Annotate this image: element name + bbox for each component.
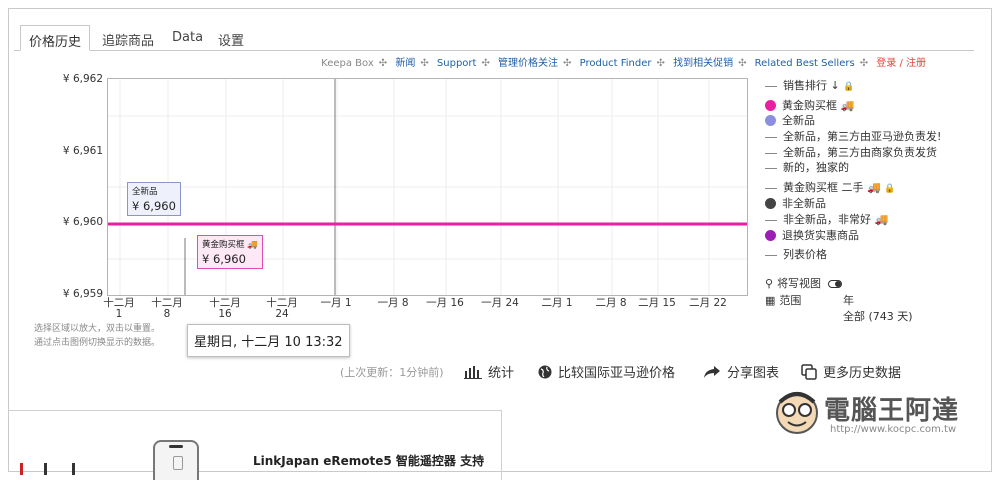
hover-date-flag: 星期日, 十二月 10 13:32	[187, 324, 350, 357]
tooltip-buybox-price: 黄金购买框 🚚 ¥ 6,960	[197, 235, 263, 269]
chart-hint: 选择区域以放大，双击以重置。 通过点击图例切换显示的数据。	[34, 324, 161, 348]
stats-button[interactable]: 统计	[464, 362, 514, 381]
x-tick-label: 一月 24	[481, 297, 519, 309]
related-deals-link[interactable]: 找到相关促销	[673, 54, 733, 69]
copy-icon	[801, 363, 817, 380]
tab-bar: 价格历史 追踪商品 Data 设置	[14, 25, 974, 51]
range-year-option[interactable]: 年	[843, 292, 854, 308]
mascot-icon	[776, 392, 818, 434]
legend-dot	[765, 99, 776, 111]
product-finder-link[interactable]: Product Finder	[580, 58, 652, 69]
x-tick-label: 二月 1	[541, 297, 573, 309]
x-tick-label: 一月 16	[426, 297, 464, 309]
x-tick-label: 十二月 24	[266, 297, 298, 320]
legend-dot	[765, 229, 776, 241]
bar-icon	[20, 463, 23, 475]
legend-dot	[765, 197, 776, 209]
y-tick-label: ¥ 6,962	[62, 73, 103, 85]
news-link[interactable]: 新闻	[395, 54, 415, 69]
bar-chart-icon	[464, 365, 482, 379]
login-register-link[interactable]: 登录 / 注册	[876, 54, 926, 69]
globe-icon	[538, 365, 552, 379]
support-link[interactable]: Support	[437, 58, 477, 69]
range-selector: ▦ 范围	[765, 294, 802, 307]
bar-icon	[44, 463, 47, 475]
range-all-option[interactable]: 全部 (743 天)	[843, 308, 913, 324]
related-best-sellers-link[interactable]: Related Best Sellers	[755, 58, 855, 69]
x-tick-label: 十二月 8	[151, 297, 183, 320]
last-update: (上次更新：1分钟前)	[340, 366, 444, 379]
bar-icon	[72, 463, 75, 475]
search-icon: ⚲	[765, 277, 774, 290]
tooltip-new-price: 全新品 ¥ 6,960	[127, 182, 181, 216]
x-tick-label: 二月 22	[689, 297, 727, 309]
legend-buybox-used[interactable]: 黄金购买框 二手 🚚 🔒	[765, 180, 895, 196]
product-title[interactable]: LinkJapan eRemote5 智能遥控器 支持	[253, 452, 484, 469]
manage-price-watch-link[interactable]: 管理价格关注	[498, 54, 558, 69]
legend-list-price[interactable]: 列表价格	[765, 247, 827, 263]
watermark-logo: 電腦王阿達 http://www.kocpc.com.tw	[772, 388, 982, 440]
legend-warehouse-deals[interactable]: 退换货实惠商品	[765, 228, 859, 244]
legend-dot	[765, 114, 776, 126]
legend-new[interactable]: 全新品	[765, 113, 815, 129]
legend-new-fbm[interactable]: 全新品，第三方由商家负责发货	[765, 145, 937, 161]
product-image[interactable]	[153, 440, 199, 480]
x-tick-label: 十二月 16	[209, 297, 241, 320]
more-history-button[interactable]: 更多历史数据	[801, 362, 901, 381]
y-tick-label: ¥ 6,960	[62, 216, 103, 228]
x-tick-label: 一月 8	[377, 297, 409, 309]
share-icon	[703, 365, 721, 379]
legend-sales-rank[interactable]: 销售排行 ↓ 🔒	[765, 78, 854, 94]
tab-settings[interactable]: 设置	[210, 25, 252, 51]
legend-used[interactable]: 非全新品	[765, 196, 826, 212]
tab-price-history[interactable]: 价格历史	[20, 25, 91, 51]
lock-icon: 🔒	[884, 184, 896, 194]
y-tick-label: ¥ 6,961	[62, 145, 103, 157]
divider	[501, 410, 502, 480]
divider	[8, 410, 502, 411]
tab-data[interactable]: Data	[164, 25, 211, 51]
lock-icon: 🔒	[843, 82, 855, 92]
keepa-box-link[interactable]: Keepa Box	[321, 58, 374, 69]
legend-used-very-good[interactable]: 非全新品，非常好 🚚	[765, 212, 888, 228]
close-view-toggle[interactable]: ⚲ 将写视图	[765, 275, 842, 291]
tab-track-product[interactable]: 追踪商品	[94, 25, 162, 51]
toggle-switch-icon[interactable]	[827, 280, 842, 288]
x-tick-label: 一月 1	[320, 297, 352, 309]
legend-buybox[interactable]: 黄金购买框 🚚	[765, 98, 854, 114]
share-chart-button[interactable]: 分享图表	[703, 362, 779, 381]
top-links: Keepa Box ✣ 新闻 ✣ Support ✣ 管理价格关注 ✣ Product …	[321, 54, 926, 69]
calendar-icon: ▦	[765, 294, 776, 307]
compare-intl-button[interactable]: 比较国际亚马逊价格	[538, 362, 675, 381]
legend-new-exclusive[interactable]: 新的，独家的	[765, 160, 849, 176]
legend-new-fba[interactable]: 全新品，第三方由亚马逊负责发!	[765, 129, 941, 145]
